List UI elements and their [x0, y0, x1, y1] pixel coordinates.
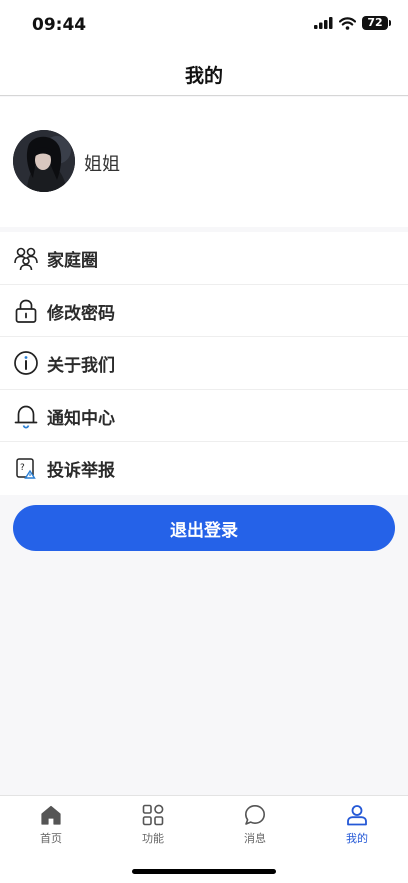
tab-label: 首页	[40, 832, 62, 845]
family-icon	[14, 247, 38, 271]
home-icon	[41, 805, 61, 825]
menu-item-family-circle[interactable]: 家庭圈	[0, 232, 408, 285]
tab-mine[interactable]: 我的	[317, 804, 397, 848]
tab-label: 我的	[346, 832, 368, 845]
status-bar: 09:44 72	[0, 0, 408, 50]
menu-item-label: 投诉举报	[47, 461, 115, 481]
svg-text:?: ?	[20, 463, 25, 473]
grid-icon	[142, 804, 164, 826]
tab-home[interactable]: 首页	[11, 804, 91, 848]
battery-indicator: 72	[362, 16, 391, 30]
avatar-image	[13, 130, 75, 192]
tab-messages[interactable]: 消息	[215, 804, 295, 848]
menu-item-about-us[interactable]: 关于我们	[0, 337, 408, 390]
info-icon	[14, 351, 38, 375]
report-icon: ?	[16, 458, 36, 479]
menu-item-label: 关于我们	[47, 356, 115, 376]
menu-item-notification-center[interactable]: 通知中心	[0, 390, 408, 442]
tab-features[interactable]: 功能	[113, 804, 193, 848]
user-name: 姐姐	[84, 154, 120, 175]
lock-icon	[15, 299, 37, 323]
home-indicator	[132, 869, 276, 874]
status-time: 09:44	[32, 15, 87, 35]
tab-label: 消息	[244, 832, 266, 845]
bell-icon	[14, 405, 38, 428]
menu-item-label: 家庭圈	[47, 251, 98, 271]
person-icon	[347, 805, 367, 826]
logout-button[interactable]: 退出登录	[13, 505, 395, 551]
menu-item-report[interactable]: ? 投诉举报	[0, 442, 408, 495]
tab-label: 功能	[142, 832, 164, 845]
cellular-signal-icon	[314, 17, 333, 29]
nav-bar: 我的	[0, 50, 408, 96]
menu-item-change-password[interactable]: 修改密码	[0, 285, 408, 337]
page-title: 我的	[184, 65, 223, 87]
message-icon	[245, 805, 265, 825]
menu-item-label: 修改密码	[47, 303, 115, 324]
profile-card[interactable]: 姐姐	[0, 97, 408, 227]
status-icons: 72	[314, 16, 391, 30]
settings-menu: 家庭圈 修改密码 关于我们 通知中心 ? 投诉举报	[0, 232, 408, 495]
avatar[interactable]	[13, 130, 75, 192]
menu-item-label: 通知中心	[47, 408, 115, 429]
wifi-icon	[339, 16, 356, 30]
